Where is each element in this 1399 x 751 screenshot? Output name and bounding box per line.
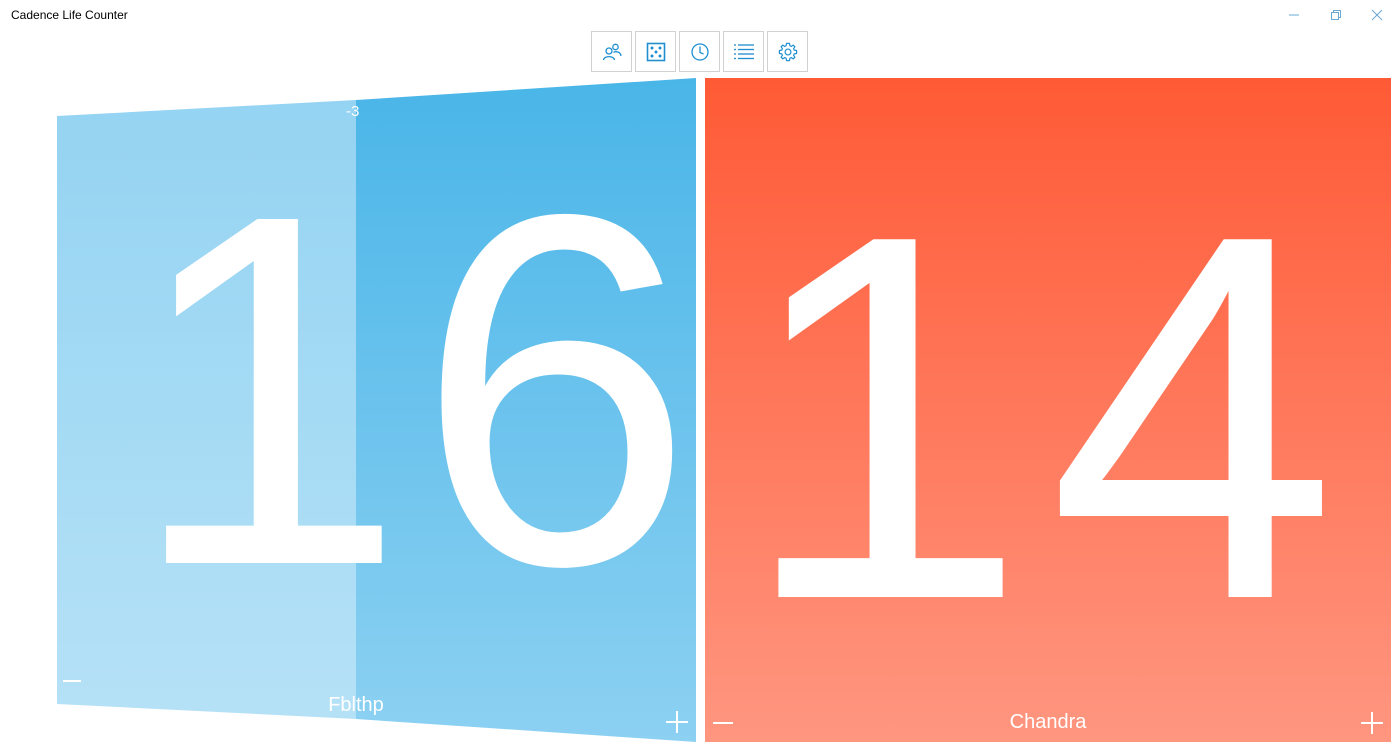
player-panel-chandra[interactable]: 14 Chandra [705,78,1391,742]
decrement-life-button[interactable] [713,722,733,724]
app-window: Cadence Life Counter 16 -3 Fblthp 14 Cha… [0,0,1399,751]
increment-life-button[interactable] [1361,712,1383,734]
decrement-life-button[interactable] [63,680,81,682]
increment-life-button[interactable] [666,711,688,733]
life-change-indicator: -3 [346,103,360,120]
life-total: 16 [128,110,705,669]
player-name[interactable]: Fblthp [300,694,412,717]
player-name[interactable]: Chandra [945,711,1151,734]
life-total: 14 [738,127,1358,708]
